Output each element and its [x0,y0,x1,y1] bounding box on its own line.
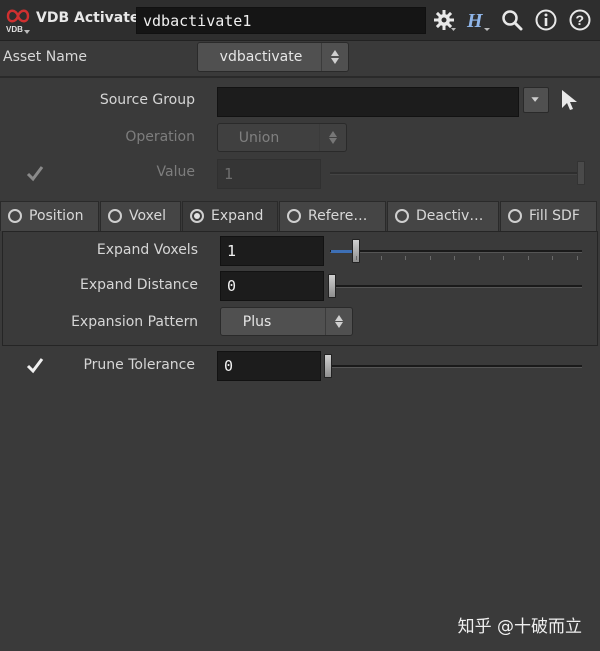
radio-icon [108,209,122,223]
tab-position[interactable]: Position [0,201,99,231]
radio-icon [8,209,22,223]
gear-icon[interactable] [432,8,456,32]
slider-tick [552,256,553,260]
info-icon[interactable] [534,8,558,32]
operation-label: Operation [125,129,195,145]
help-icon[interactable]: ? [568,8,592,32]
combo-arrows-icon [325,308,352,335]
tab-reference[interactable]: Refere… [279,201,386,231]
prune-tolerance-slider-handle[interactable] [324,354,332,378]
expand-voxels-slider-track[interactable] [330,250,582,253]
operation-value: Union [238,130,280,146]
prune-tolerance-slider-track[interactable] [330,365,582,368]
value-slider-track[interactable] [330,172,582,175]
radio-selected-icon [190,209,204,223]
tab-voxel-label: Voxel [129,208,166,224]
tab-expand[interactable]: Expand [182,201,278,231]
value-label: Value [156,164,195,180]
value-slider-handle[interactable] [577,161,585,185]
expand-distance-slider-track[interactable] [330,285,582,288]
source-group-menu-button[interactable] [523,87,549,113]
asset-name-label: Asset Name [3,49,88,65]
search-icon[interactable] [500,8,524,32]
radio-icon [287,209,301,223]
expansion-pattern-combo[interactable]: Plus [220,307,353,336]
header-divider [0,76,600,78]
node-name-input[interactable]: vdbactivate1 [136,7,426,34]
expand-voxels-slider-fill [331,250,353,253]
tab-position-label: Position [29,208,84,224]
expansion-pattern-label: Expansion Pattern [71,314,198,330]
vdb-logo[interactable]: VDB [4,6,32,36]
expand-distance-slider-handle[interactable] [328,274,336,298]
expand-voxels-input[interactable]: 1 [220,236,324,266]
tab-bar: Position Voxel Expand Refere… Deactiv… F… [0,201,600,231]
operation-combo[interactable]: Union [217,123,347,152]
expand-distance-label: Expand Distance [79,277,198,293]
slider-tick [405,256,406,260]
tab-reference-label: Refere… [308,208,368,224]
node-type-label: VDB Activate [36,10,140,26]
tab-expand-label: Expand [211,208,264,224]
radio-icon [508,209,522,223]
source-group-label: Source Group [99,92,195,108]
tab-fill-sdf-label: Fill SDF [529,208,580,224]
slider-tick [478,256,480,260]
chevron-down-icon [531,97,539,102]
vdb-logo-text: VDB [6,25,23,34]
expansion-pattern-value: Plus [242,314,272,330]
tab-fill-sdf[interactable]: Fill SDF [500,201,597,231]
slider-tick [429,256,431,260]
slider-tick [454,256,455,260]
slider-tick [527,256,529,260]
prune-tolerance-input[interactable]: 0 [217,351,321,381]
select-arrow-icon[interactable] [558,88,580,112]
slider-tick [576,256,578,260]
svg-text:H: H [466,10,484,32]
asset-name-value: vdbactivate [219,49,303,65]
slider-tick [503,256,504,260]
tab-deactivate-label: Deactiv… [416,208,484,224]
svg-text:?: ? [576,12,585,28]
combo-arrows-icon [319,124,346,151]
slider-tick [356,256,357,260]
tab-deactivate[interactable]: Deactiv… [387,201,499,231]
expand-distance-input[interactable]: 0 [220,271,324,301]
radio-icon [395,209,409,223]
source-group-input[interactable] [217,87,519,117]
value-input[interactable]: 1 [217,159,321,189]
houdini-help-icon[interactable]: H [466,8,490,32]
watermark: 知乎 @十破而立 [457,617,582,637]
combo-arrows-icon [321,43,348,71]
asset-name-combo[interactable]: vdbactivate [197,42,349,72]
slider-tick [380,256,382,260]
tab-voxel[interactable]: Voxel [100,201,181,231]
prune-tolerance-label: Prune Tolerance [83,357,195,373]
expand-voxels-label: Expand Voxels [96,242,198,258]
